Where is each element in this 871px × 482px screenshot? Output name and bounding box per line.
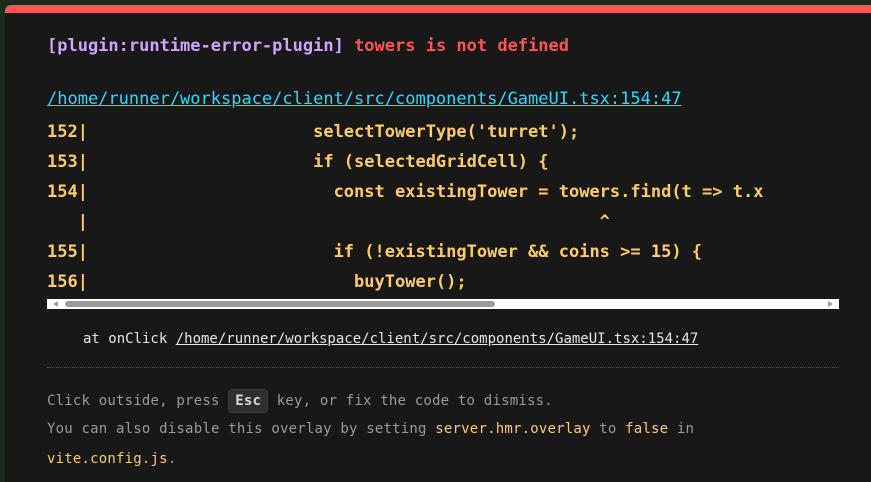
- code-line-caret: | ^: [47, 212, 610, 232]
- code-line: 155| if (!existingTower && coins >= 15) …: [47, 242, 703, 262]
- config-file-name: vite.config.js: [47, 451, 168, 467]
- setting-value: false: [625, 421, 669, 437]
- code-frame: 152| selectTowerType('turret'); 153| if …: [47, 117, 839, 307]
- error-text: towers is not defined: [354, 36, 569, 56]
- tip-line-1: Click outside, press Esc key, or fix the…: [47, 389, 553, 413]
- setting-name: server.hmr.overlay: [435, 421, 591, 437]
- code-line: 154| const existingTower = towers.find(t…: [47, 182, 764, 202]
- error-file-link[interactable]: /home/runner/workspace/client/src/compon…: [47, 89, 682, 109]
- code-line: 152| selectTowerType('turret');: [47, 122, 580, 142]
- horizontal-scrollbar[interactable]: [47, 299, 839, 309]
- error-overlay: [plugin:runtime-error-plugin] towers is …: [5, 5, 871, 482]
- plugin-name: [plugin:runtime-error-plugin]: [47, 36, 344, 56]
- tip-text: You can also disable this overlay by set…: [47, 421, 436, 437]
- tip-text: to: [590, 421, 626, 437]
- stack-file-link[interactable]: /home/runner/workspace/client/src/compon…: [176, 331, 699, 347]
- tip-text: Click outside, press: [47, 393, 229, 409]
- esc-key-badge: Esc: [228, 389, 269, 413]
- tip-line-2: You can also disable this overlay by set…: [47, 421, 694, 437]
- tip-text: in: [668, 421, 695, 437]
- stack-prefix: at onClick: [83, 331, 176, 347]
- divider: [47, 367, 839, 368]
- error-message: [plugin:runtime-error-plugin] towers is …: [47, 36, 569, 56]
- code-line: 153| if (selectedGridCell) {: [47, 152, 549, 172]
- tip-text: .: [167, 451, 177, 467]
- scrollbar-thumb[interactable]: [65, 301, 495, 307]
- stack-trace: at onClick /home/runner/workspace/client…: [83, 331, 698, 347]
- scroll-left-arrow-icon[interactable]: [53, 301, 58, 307]
- tip-line-3: vite.config.js.: [47, 451, 176, 467]
- scroll-right-arrow-icon[interactable]: [828, 301, 833, 307]
- code-line: 156| buyTower();: [47, 272, 467, 292]
- tip-text: key, or fix the code to dismiss.: [268, 393, 553, 409]
